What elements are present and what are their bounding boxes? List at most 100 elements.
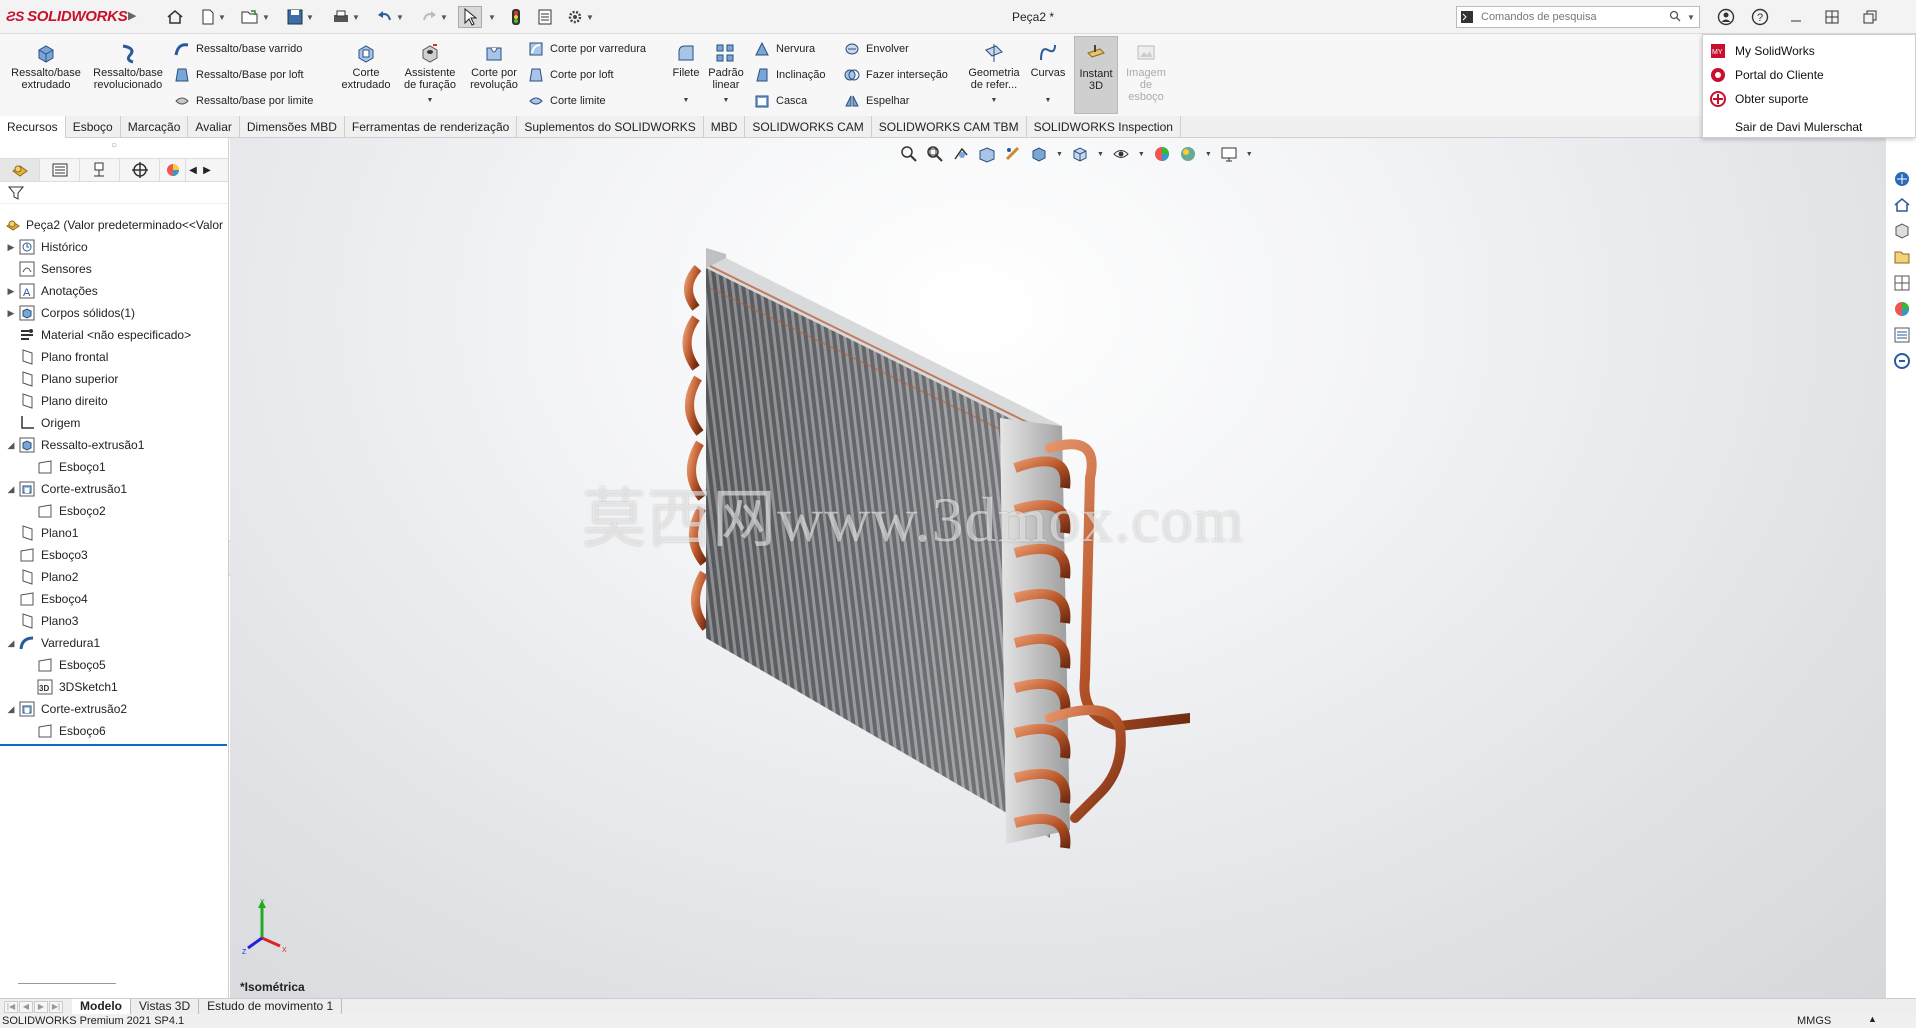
tabs-scroll-left[interactable]: ◀ [186,165,200,176]
tree-expander-icon[interactable]: ▶ [4,308,18,319]
save-button[interactable]: ▼ [286,6,314,28]
file-properties-button[interactable] [536,6,554,28]
tree-item-esbo-o6[interactable]: Esboço6 [0,720,229,742]
instant3d-button[interactable]: Instant 3D [1074,36,1118,114]
forum-icon[interactable] [1890,350,1914,372]
view-settings-dropdown[interactable]: ▼ [1246,151,1253,158]
tree-item-esbo-o1[interactable]: Esboço1 [0,456,229,478]
first-tab-icon[interactable]: |◀ [4,1000,18,1013]
bottom-tab-modelo[interactable]: Modelo [72,998,131,1015]
previous-view-icon[interactable] [950,144,972,164]
graphics-area[interactable]: ▼ ▼ ▼ ▼ ▼ 莫西网www.3dmox.com Y X Z *Isomét… [230,138,1886,998]
zoom-to-fit-icon[interactable] [898,144,920,164]
tab-solidworks-inspection[interactable]: SOLIDWORKS Inspection [1027,116,1181,138]
search-icon[interactable] [1669,10,1687,25]
linear-pattern-button[interactable]: Padrão linear ▼ [704,42,748,107]
draft-button[interactable]: Inclinação [752,66,826,84]
user-account-icon[interactable] [1716,7,1736,27]
apply-scene-icon[interactable] [1177,144,1199,164]
file-explorer-icon[interactable] [1890,246,1914,268]
view-palette-icon[interactable] [1890,272,1914,294]
featuremanager-tab[interactable] [0,159,40,181]
fillet-dropdown[interactable]: ▼ [666,95,706,107]
dimxpert-tab[interactable] [120,159,160,181]
search-dropdown[interactable]: ▼ [1687,13,1699,22]
menu-expand-arrow[interactable]: ▶ [128,9,136,22]
tree-item-varredura1[interactable]: ◢ Varredura1 [0,632,229,654]
view-settings-icon[interactable] [1218,144,1240,164]
hole-wizard-dropdown[interactable]: ▼ [398,95,462,107]
tree-expander-icon[interactable]: ◢ [4,638,18,649]
tab-suplementos-do-solidworks[interactable]: Suplementos do SOLIDWORKS [517,116,704,138]
tree-item-material-n-o-especificado[interactable]: Material <não especificado> [0,324,229,346]
prev-tab-icon[interactable]: ◀ [19,1000,33,1013]
select-button[interactable] [458,6,482,28]
new-document-button[interactable]: ▼ [200,6,226,28]
boundary-boss-button[interactable]: Ressalto/base por limite [172,92,313,110]
home-button[interactable] [166,6,184,28]
tree-item-plano3[interactable]: Plano3 [0,610,229,632]
display-manager-tab[interactable] [160,159,186,181]
curves-dropdown[interactable]: ▼ [1028,95,1068,107]
extruded-cut-button[interactable]: Corte extrudado [336,42,396,91]
propertymanager-tab[interactable] [40,159,80,181]
swept-boss-button[interactable]: Ressalto/base varrido [172,40,302,58]
tabs-scroll-right[interactable]: ▶ [200,165,214,176]
options-button[interactable]: ▼ [566,6,594,28]
lofted-boss-button[interactable]: Ressalto/Base por loft [172,66,304,84]
rib-button[interactable]: Nervura [752,40,815,58]
tree-item-plano-superior[interactable]: Plano superior [0,368,229,390]
section-view-icon[interactable] [976,144,998,164]
condenser-3d-model[interactable] [670,248,1190,898]
help-icon[interactable]: ? [1750,7,1770,27]
tree-item-sensores[interactable]: Sensores [0,258,229,280]
tree-expander-icon[interactable]: ◢ [4,484,18,495]
home-icon[interactable] [1890,194,1914,216]
help-menu-item-portal-do-cliente[interactable]: Portal do Cliente [1703,63,1915,87]
tree-root-part[interactable]: Peça2 (Valor predeterminado<<Valor [0,214,229,236]
shell-button[interactable]: Casca [752,92,807,110]
tab-mbd[interactable]: MBD [704,116,746,138]
view-orientation-icon[interactable] [1028,144,1050,164]
tab-avaliar[interactable]: Avaliar [188,116,240,138]
custom-properties-icon[interactable] [1890,324,1914,346]
solidworks-resources-icon[interactable] [1890,168,1914,190]
tree-item-plano2[interactable]: Plano2 [0,566,229,588]
minimize-icon[interactable] [1786,7,1806,27]
tree-filter[interactable] [0,182,228,204]
apply-scene-dropdown[interactable]: ▼ [1205,151,1212,158]
edit-appearance-icon[interactable] [1151,144,1173,164]
help-menu-item-obter-suporte[interactable]: Obter suporte [1703,87,1915,111]
rebuild-button[interactable] [510,6,522,28]
appearances-icon[interactable] [1890,298,1914,320]
tab-esbo-o[interactable]: Esboço [66,116,121,138]
design-library-icon[interactable] [1890,220,1914,242]
boundary-cut-button[interactable]: Corte limite [526,92,606,110]
tree-item-plano1[interactable]: Plano1 [0,522,229,544]
last-tab-icon[interactable]: ▶| [49,1000,63,1013]
configurationmanager-tab[interactable] [80,159,120,181]
display-style-dropdown[interactable]: ▼ [1097,151,1104,158]
hide-show-dropdown[interactable]: ▼ [1138,151,1145,158]
tree-expander-icon[interactable]: ▶ [4,242,18,253]
mirror-button[interactable]: Espelhar [842,92,909,110]
next-tab-icon[interactable]: ▶ [34,1000,48,1013]
tree-expander-icon[interactable]: ▶ [4,286,18,297]
wrap-button[interactable]: Envolver [842,40,909,58]
redo-button[interactable]: ▼ [420,6,448,28]
tab-ferramentas-de-renderiza-o[interactable]: Ferramentas de renderização [345,116,518,138]
tab-marca-o[interactable]: Marcação [121,116,189,138]
print-button[interactable]: ▼ [332,6,360,28]
tree-item-ressalto-extrus-o1[interactable]: ◢ Ressalto-extrusão1 [0,434,229,456]
tab-solidworks-cam[interactable]: SOLIDWORKS CAM [745,116,872,138]
bottom-tab-estudo-de-movimento-1[interactable]: Estudo de movimento 1 [199,998,343,1015]
zoom-to-area-icon[interactable] [924,144,946,164]
tree-item-plano-frontal[interactable]: Plano frontal [0,346,229,368]
view-orientation-dropdown[interactable]: ▼ [1056,151,1063,158]
extruded-boss-button[interactable]: Ressalto/base extrudado [10,42,82,91]
bottom-tab-vistas-3d[interactable]: Vistas 3D [131,998,200,1015]
status-expand-icon[interactable]: ▲ [1868,1014,1877,1024]
select-dropdown[interactable]: ▼ [486,6,496,28]
reference-geometry-dropdown[interactable]: ▼ [964,95,1024,107]
reference-geometry-button[interactable]: Geometria de refer... ▼ [964,42,1024,107]
